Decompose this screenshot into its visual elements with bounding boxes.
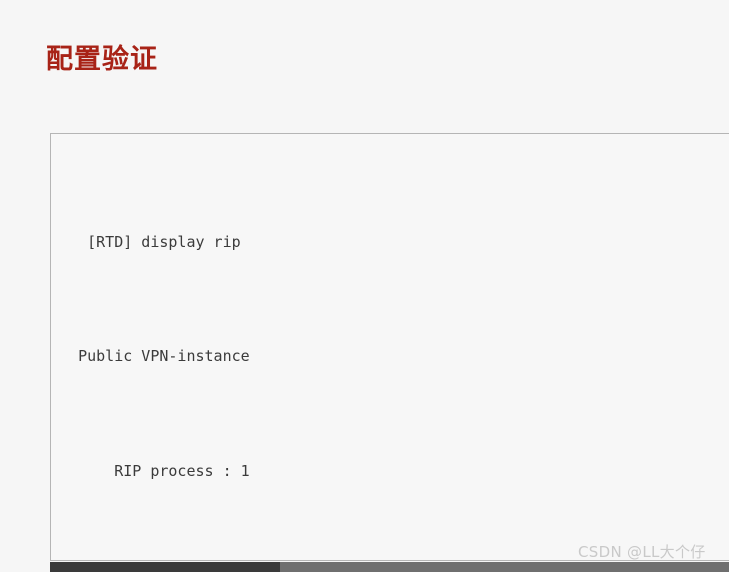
- horizontal-scrollbar-track[interactable]: [50, 562, 729, 572]
- terminal-line-text: [RTD] display rip: [51, 232, 241, 251]
- terminal-line-command: [RTD] display rip: [51, 228, 638, 257]
- terminal-line-rip-process: RIP process : 1: [51, 457, 638, 486]
- horizontal-scrollbar-thumb[interactable]: [50, 562, 280, 572]
- terminal-line-vpn-instance: Public VPN-instance: [51, 342, 638, 371]
- page-title: 配置验证: [46, 44, 158, 75]
- terminal-line-text: RIP process : 1: [51, 461, 250, 480]
- terminal-output-panel: [RTD] display rip Public VPN-instance RI…: [50, 133, 729, 561]
- page-root: 配置验证 [RTD] display rip Public VPN-instan…: [0, 0, 729, 572]
- terminal-text-body: [RTD] display rip Public VPN-instance RI…: [51, 134, 638, 560]
- terminal-line-text: Public VPN-instance: [51, 347, 250, 366]
